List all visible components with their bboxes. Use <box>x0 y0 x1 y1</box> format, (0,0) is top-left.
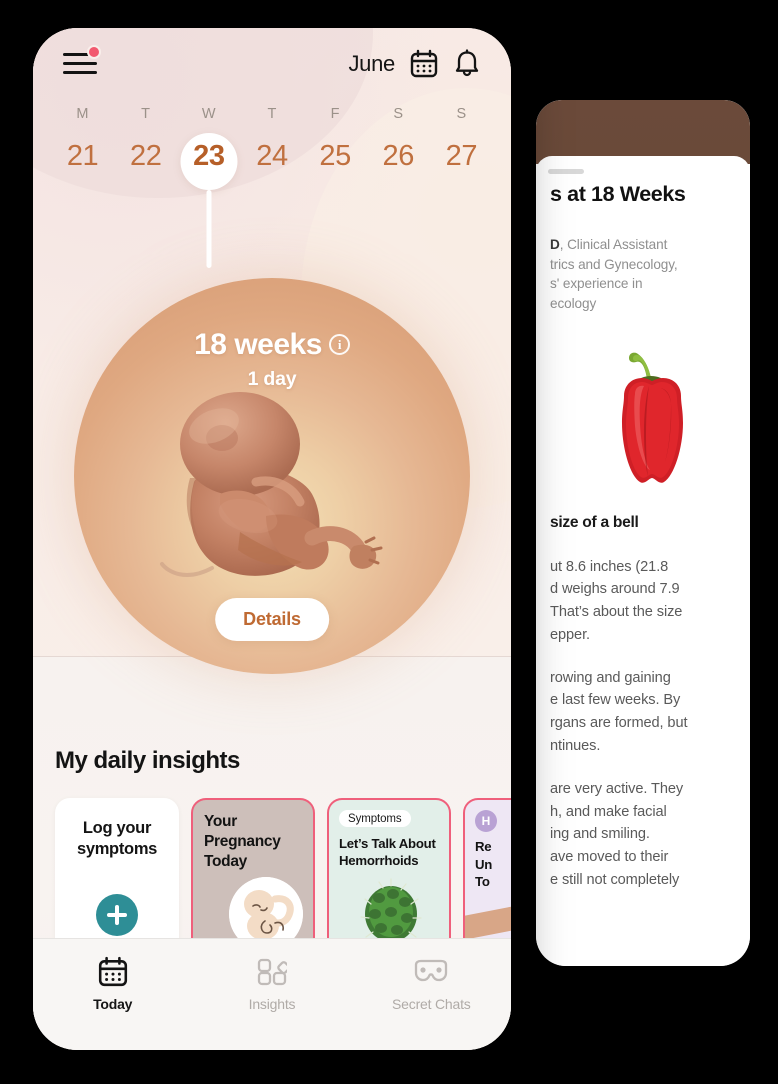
hamburger-menu-icon[interactable] <box>63 45 101 77</box>
card-badge: Symptoms <box>339 810 411 827</box>
tab-label: Secret Chats <box>392 996 471 1012</box>
day-cell-sat[interactable]: S 26 <box>367 106 430 177</box>
day-cell-sun[interactable]: S 27 <box>430 106 493 177</box>
author-line-2: trics and Gynecology, <box>550 256 678 272</box>
card-illustration <box>465 892 511 940</box>
tab-label: Insights <box>248 996 296 1012</box>
card-pregnancy-today[interactable]: Your Pregnancy Today <box>191 798 315 954</box>
bell-icon[interactable] <box>453 49 481 79</box>
notification-dot <box>87 45 101 59</box>
bottom-tab-bar: Today Insights Secret Chats <box>33 938 511 1050</box>
date-connector-line <box>206 190 212 268</box>
dow-label: T <box>267 106 277 122</box>
grid-shapes-icon <box>192 955 351 989</box>
day-cell-wed-selected[interactable]: W 23 <box>177 106 240 268</box>
article-figure <box>550 346 736 498</box>
article-paragraph-1: ut 8.6 inches (21.8 d weighs around 7.9 Th… <box>550 558 683 643</box>
left-phone-today-view: June M 21 T 22 W 23 T 24 F 25 S 26 S 27 … <box>33 28 511 1050</box>
card-relationship[interactable]: H Re Un To <box>463 798 511 954</box>
author-line-3: s' experience in <box>550 276 643 292</box>
day-cell-mon[interactable]: M 21 <box>51 106 114 177</box>
mask-icon <box>352 955 511 989</box>
date-number: 24 <box>256 140 288 172</box>
dow-label: T <box>141 106 151 122</box>
dow-label: M <box>76 106 89 122</box>
current-month-label: June <box>348 51 395 76</box>
plus-icon[interactable] <box>96 894 138 936</box>
article-body: s at 18 Weeks D, Clinical Assistant tric… <box>536 156 750 892</box>
day-cell-fri[interactable]: F 25 <box>304 106 367 177</box>
red-bell-pepper-icon <box>622 352 683 483</box>
info-icon[interactable]: i <box>328 334 350 355</box>
tab-label: Today <box>93 996 133 1012</box>
screenshot-stage: s at 18 Weeks D, Clinical Assistant tric… <box>0 0 778 1084</box>
date-number: 23 <box>193 140 225 172</box>
date-number: 21 <box>66 140 99 172</box>
card-title: Log your symptoms <box>76 819 158 859</box>
article-size-heading: size of a bell <box>550 513 639 531</box>
tab-insights[interactable]: Insights <box>192 955 351 1012</box>
date-number: 25 <box>319 140 351 172</box>
card-badge: H <box>475 810 497 832</box>
details-button[interactable]: Details <box>215 598 329 641</box>
dow-label: F <box>330 106 340 122</box>
date-number: 27 <box>445 140 478 172</box>
card-title: Let’s Talk About Hemorrhoids <box>339 836 436 869</box>
article-header-bar <box>536 100 750 164</box>
tab-today[interactable]: Today <box>33 955 192 1012</box>
card-log-symptoms[interactable]: Log your symptoms <box>55 798 179 954</box>
pregnancy-circle: 18 weeks i 1 day Details <box>74 278 470 674</box>
date-number: 26 <box>382 140 415 172</box>
week-row: M 21 T 22 W 23 T 24 F 25 S 26 S 27 <box>51 106 493 268</box>
weeks-label-row: 18 weeks i <box>74 328 470 362</box>
author-line-4: ecology <box>550 296 597 312</box>
day-cell-tue[interactable]: T 22 <box>114 106 177 177</box>
author-credential: D <box>550 237 560 253</box>
app-header: June <box>33 28 511 100</box>
dow-label: S <box>456 106 467 122</box>
article-title: s at 18 Weeks <box>550 182 686 206</box>
author-line-1: , Clinical Assistant <box>559 237 668 253</box>
calendar-icon <box>33 955 192 989</box>
calendar-icon[interactable] <box>410 49 438 79</box>
dow-label: S <box>393 106 404 122</box>
article-sheet: s at 18 Weeks D, Clinical Assistant tric… <box>536 156 750 966</box>
article-paragraph-2: rowing and gaining e last few weeks. By rg… <box>550 669 688 754</box>
article-paragraph-3: are very active. They h, and make facial i… <box>550 780 684 888</box>
date-number: 22 <box>129 140 162 172</box>
fetus-illustration <box>160 392 383 577</box>
card-hemorrhoids[interactable]: Symptoms Let’s Talk About Hemorrhoids <box>327 798 451 954</box>
card-title: Re Un To <box>475 839 493 890</box>
dow-label: W <box>201 106 216 122</box>
weeks-label: 18 weeks <box>194 328 322 361</box>
card-title: Your Pregnancy Today <box>204 813 281 871</box>
week-date-strip: M 21 T 22 W 23 T 24 F 25 S 26 S 27 <box>33 106 511 268</box>
right-phone-article-view: s at 18 Weeks D, Clinical Assistant tric… <box>536 100 750 966</box>
tab-secret-chats[interactable]: Secret Chats <box>352 955 511 1012</box>
day-cell-thu[interactable]: T 24 <box>240 106 303 177</box>
article-author: D, Clinical Assistant trics and Gynecolo… <box>550 235 736 313</box>
header-actions: June <box>348 49 481 79</box>
insights-section-title: My daily insights <box>55 747 240 774</box>
insights-card-list: Log your symptoms Your Pregnancy Today S… <box>55 798 511 954</box>
